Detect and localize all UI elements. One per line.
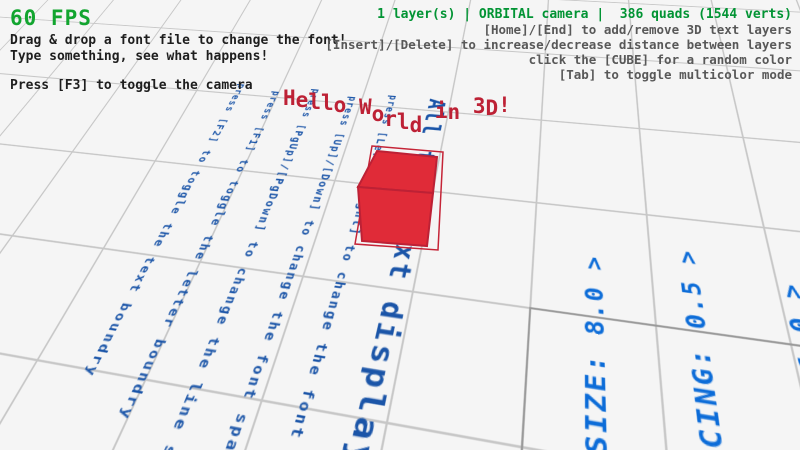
hint-layer-distance: [Insert]/[Delete] to increase/decrease d…: [325, 37, 792, 52]
hint-layers: [Home]/[End] to add/remove 3D text layer…: [325, 22, 792, 37]
cube-front-face: [358, 187, 433, 246]
render-stats: 1 layer(s) | ORBITAL camera | 386 quads …: [325, 7, 792, 22]
instruction-type: Type something, see what happens!: [10, 49, 268, 64]
instruction-drag-drop: Drag & drop a font file to change the fo…: [10, 33, 347, 48]
right-hint-block: 1 layer(s) | ORBITAL camera | 386 quads …: [325, 7, 792, 82]
app-window: All the text displayed here is, in 3D pr…: [0, 0, 800, 450]
fps-counter: 60 FPS: [10, 6, 92, 30]
hint-multicolor: [Tab] to toggle multicolor mode: [325, 67, 792, 82]
wavy-hello-text: Hello World in 3D!: [283, 86, 511, 110]
camera-toggle-hint: Press [F3] to toggle the camera: [10, 78, 253, 93]
hint-cube-color: click the [CUBE] for a random color: [325, 52, 792, 67]
